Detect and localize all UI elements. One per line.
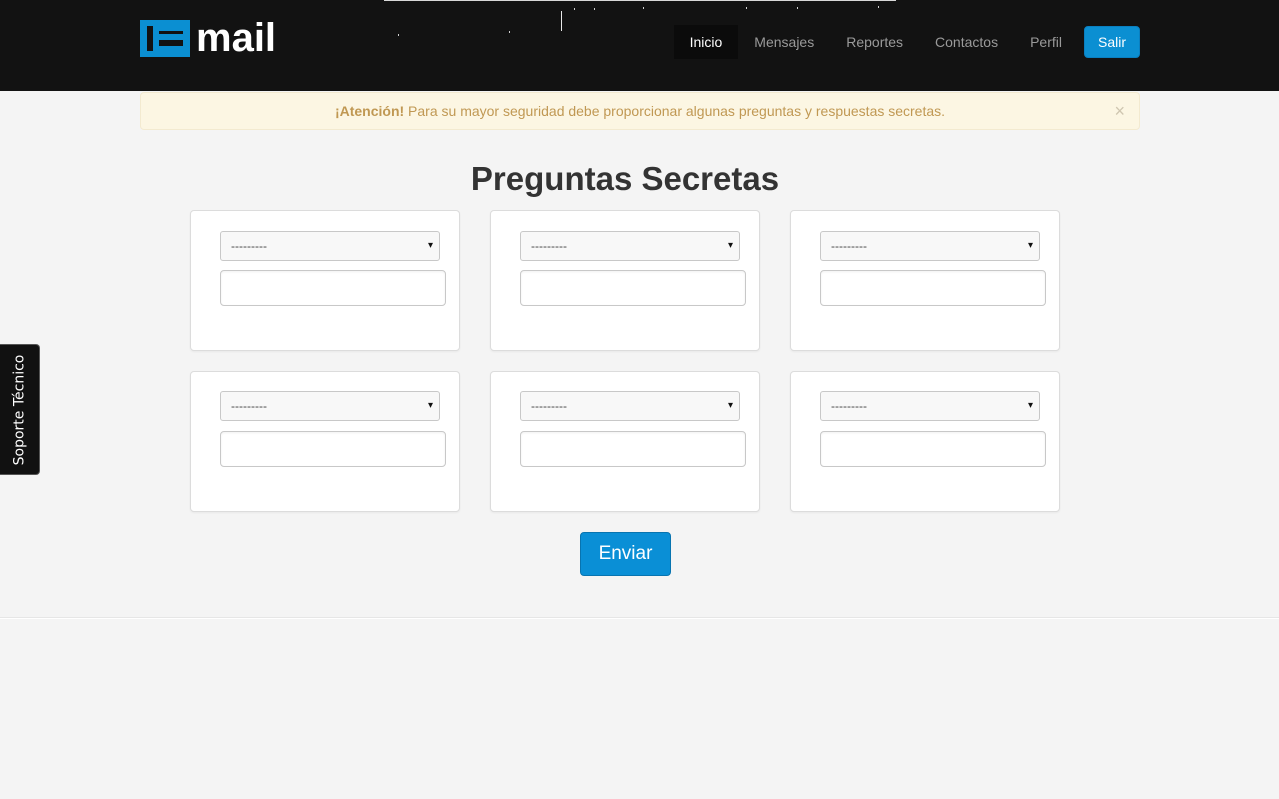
nav-decoration bbox=[509, 31, 510, 33]
answer-input[interactable] bbox=[220, 270, 446, 306]
question-select[interactable]: --------- ▾ bbox=[520, 391, 740, 421]
nav-decoration bbox=[746, 7, 747, 9]
nav-decoration bbox=[594, 8, 595, 10]
question-card: --------- ▾ bbox=[190, 210, 460, 351]
question-select[interactable]: --------- ▾ bbox=[520, 231, 740, 261]
chevron-down-icon: ▾ bbox=[1027, 400, 1033, 411]
answer-input[interactable] bbox=[820, 431, 1046, 467]
answer-input[interactable] bbox=[220, 431, 446, 467]
close-icon[interactable]: × bbox=[1114, 93, 1125, 129]
answer-input[interactable] bbox=[820, 270, 1046, 306]
question-card: --------- ▾ bbox=[790, 210, 1060, 351]
question-select-value: --------- bbox=[531, 239, 567, 253]
question-card: --------- ▾ bbox=[790, 371, 1060, 512]
logo-icon bbox=[140, 20, 190, 57]
answer-input[interactable] bbox=[520, 431, 746, 467]
page-title: Preguntas Secretas bbox=[470, 160, 780, 197]
question-select[interactable]: --------- ▾ bbox=[220, 231, 440, 261]
nav-decoration bbox=[878, 6, 879, 8]
question-select-value: --------- bbox=[831, 239, 867, 253]
answer-input[interactable] bbox=[520, 270, 746, 306]
logo[interactable]: mail bbox=[140, 16, 277, 60]
nav-decoration bbox=[797, 7, 798, 9]
nav-decoration bbox=[561, 11, 562, 31]
navbar: mail Inicio Mensajes Reportes Contactos … bbox=[0, 0, 1279, 91]
alert-strong: ¡Atención! bbox=[334, 103, 405, 119]
footer-divider bbox=[0, 617, 1279, 619]
chevron-down-icon: ▾ bbox=[427, 400, 433, 411]
question-select-value: --------- bbox=[231, 399, 267, 413]
nav-item-inicio[interactable]: Inicio bbox=[673, 25, 739, 59]
logout-button[interactable]: Salir bbox=[1083, 26, 1140, 58]
question-select-value: --------- bbox=[231, 239, 267, 253]
nav-decoration bbox=[574, 8, 575, 10]
question-select[interactable]: --------- ▾ bbox=[820, 391, 1040, 421]
nav-decoration bbox=[384, 0, 896, 1]
nav-item-mensajes[interactable]: Mensajes bbox=[738, 25, 830, 59]
logo-text: mail bbox=[196, 16, 277, 60]
question-card: --------- ▾ bbox=[490, 210, 760, 351]
nav-item-contactos[interactable]: Contactos bbox=[919, 25, 1014, 59]
question-card: --------- ▾ bbox=[490, 371, 760, 512]
alert-text: Para su mayor seguridad debe proporciona… bbox=[404, 103, 946, 119]
security-alert: ¡Atención! Para su mayor seguridad debe … bbox=[140, 92, 1140, 130]
nav-decoration bbox=[398, 34, 399, 36]
question-select[interactable]: --------- ▾ bbox=[820, 231, 1040, 261]
chevron-down-icon: ▾ bbox=[727, 400, 733, 411]
main-nav: Inicio Mensajes Reportes Contactos Perfi… bbox=[673, 25, 1140, 59]
support-tab-label: Soporte Técnico bbox=[11, 354, 28, 465]
nav-item-reportes[interactable]: Reportes bbox=[830, 25, 919, 59]
submit-button[interactable]: Enviar bbox=[580, 532, 671, 576]
chevron-down-icon: ▾ bbox=[1027, 240, 1033, 251]
nav-decoration bbox=[643, 7, 644, 9]
question-select-value: --------- bbox=[831, 399, 867, 413]
nav-item-perfil[interactable]: Perfil bbox=[1014, 25, 1078, 59]
chevron-down-icon: ▾ bbox=[727, 240, 733, 251]
support-tab[interactable]: Soporte Técnico bbox=[0, 344, 40, 475]
question-select-value: --------- bbox=[531, 399, 567, 413]
question-card: --------- ▾ bbox=[190, 371, 460, 512]
chevron-down-icon: ▾ bbox=[427, 240, 433, 251]
question-select[interactable]: --------- ▾ bbox=[220, 391, 440, 421]
